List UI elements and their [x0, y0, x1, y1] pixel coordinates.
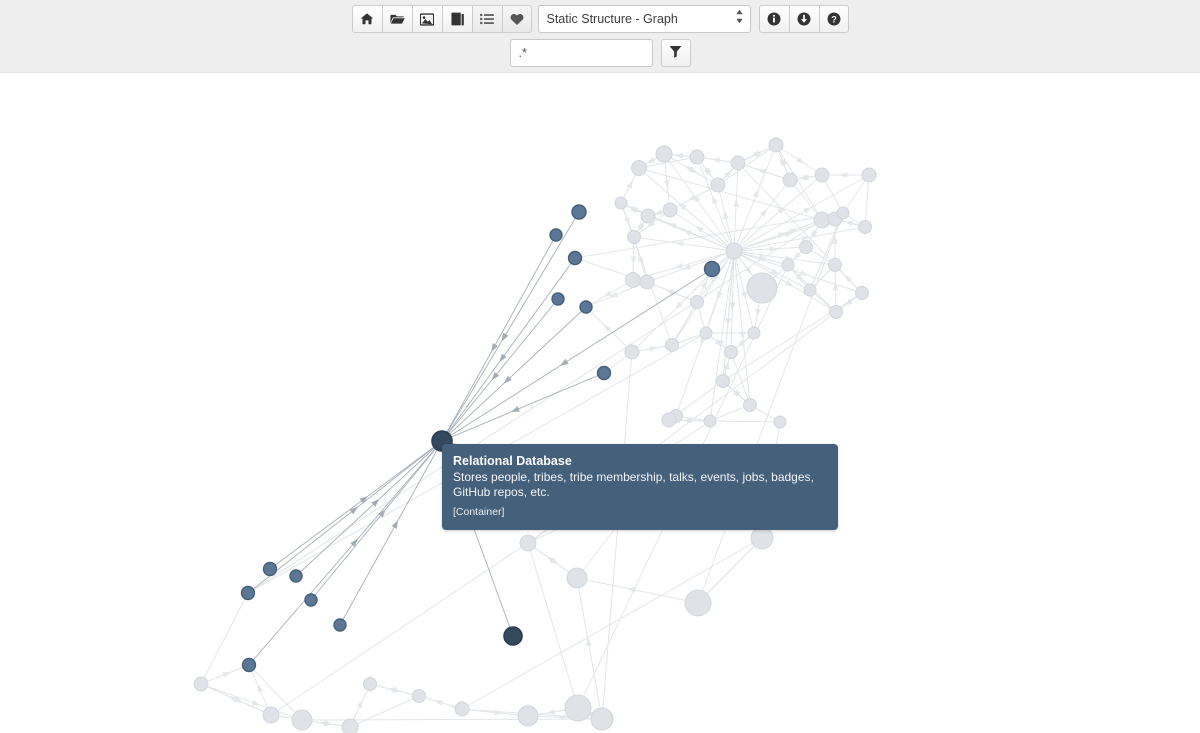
graph-canvas[interactable]	[0, 74, 1200, 733]
help-circle-icon: ?	[827, 12, 841, 26]
heart-icon	[510, 13, 524, 26]
folder-open-icon	[390, 12, 405, 26]
graph-rendering[interactable]	[0, 74, 1200, 733]
node-tooltip: Relational Database Stores people, tribe…	[442, 444, 838, 530]
filter-apply-button[interactable]	[660, 39, 691, 67]
list-icon-button[interactable]	[471, 5, 502, 33]
svg-text:?: ?	[831, 15, 837, 25]
view-select-wrapper: Static Structure - Graph	[537, 5, 751, 33]
toolbar-right-button-group: ?	[758, 5, 849, 33]
toolbar-filter-row	[0, 39, 1200, 67]
filter-input[interactable]	[509, 39, 653, 67]
home-icon	[360, 12, 374, 26]
funnel-icon	[669, 45, 682, 61]
faded-edge-layer	[200, 144, 870, 728]
node-tooltip-description: Stores people, tribes, tribe membership,…	[453, 470, 814, 499]
download-circle-icon	[797, 12, 811, 26]
list-icon	[480, 13, 494, 25]
info-circle-icon-button[interactable]	[758, 5, 789, 33]
heart-icon-button[interactable]	[501, 5, 532, 33]
book-icon	[450, 12, 464, 26]
image-icon-button[interactable]	[411, 5, 442, 33]
node-tooltip-title: Relational Database	[453, 454, 572, 468]
toolbar: Static Structure - Graph ? .*	[0, 0, 1200, 73]
faded-node-layer	[193, 137, 877, 733]
info-circle-icon	[767, 12, 781, 26]
book-icon-button[interactable]	[441, 5, 472, 33]
download-circle-icon-button[interactable]	[788, 5, 819, 33]
view-select[interactable]: Static Structure - Graph	[537, 5, 751, 33]
image-icon	[420, 12, 434, 26]
home-icon-button[interactable]	[351, 5, 382, 33]
toolbar-left-button-group	[351, 5, 532, 33]
folder-open-icon-button[interactable]	[381, 5, 412, 33]
help-circle-icon-button[interactable]: ?	[818, 5, 849, 33]
node-tooltip-type: [Container]	[453, 506, 505, 518]
toolbar-primary-row: Static Structure - Graph ?	[0, 5, 1200, 33]
